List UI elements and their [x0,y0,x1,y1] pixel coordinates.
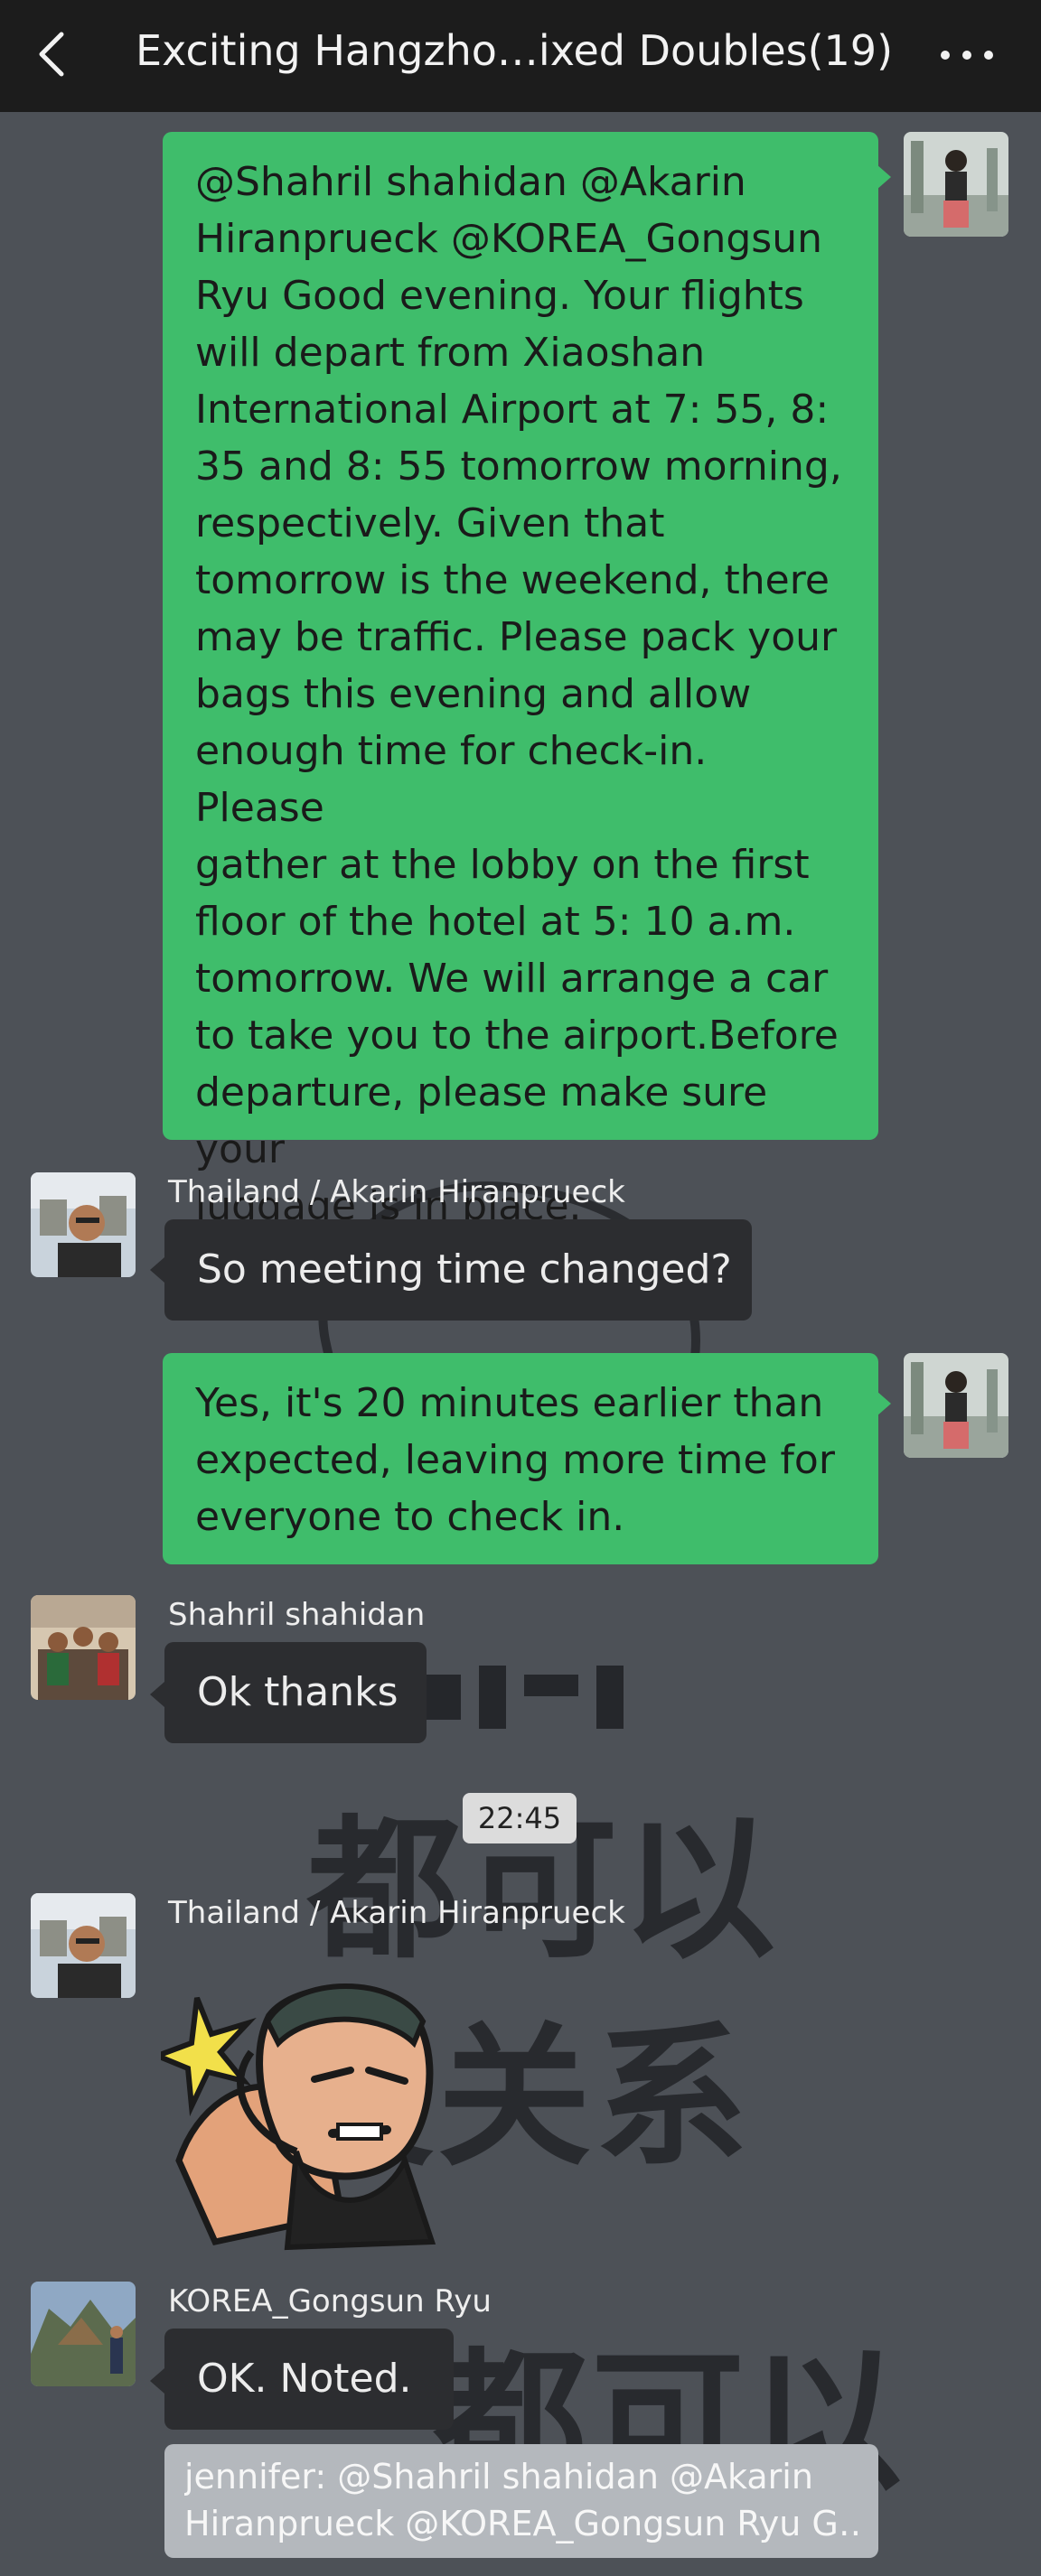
message-line: to take you to the airport.Before [195,1013,839,1059]
message-line: may be traffic. Please pack your [195,614,838,660]
message-line: bags this evening and allow [195,671,752,717]
message-line: tomorrow. We will arrange a car [195,956,829,1002]
message-line: 35 and 8: 55 tomorrow morning, [195,443,842,490]
bubble-tail [150,1682,164,1707]
message-line: respectively. Given that [195,500,665,546]
message-text: OK. Noted. [197,2356,412,2402]
gongsun-avatar[interactable] [31,2282,136,2386]
message-line: Ryu Good evening. Your flights [195,273,804,319]
akarin-avatar[interactable] [31,1893,136,1998]
outgoing-message-bubble[interactable]: @Shahril shahidan @Akarin Hiranprueck @K… [163,132,878,1229]
incoming-message-bubble[interactable]: So meeting time changed? [164,1219,752,1321]
self-avatar[interactable] [904,1353,1008,1458]
chevron-left-icon[interactable] [27,27,78,81]
chat-title: Exciting Hangzho…ixed Doubles(19) [136,26,894,75]
quoted-message-preview[interactable]: jennifer: @Shahril shahidan @Akarin Hira… [164,2444,878,2558]
quote-line: jennifer: @Shahril shahidan @Akarin [184,2457,813,2497]
outgoing-message-bubble[interactable]: Yes, it's 20 minutes earlier than expect… [163,1353,878,1564]
message-line: tomorrow is the weekend, there [195,557,830,603]
message-line: departure, please make sure your [195,1069,768,1172]
sender-name: Shahril shahidan [168,1597,426,1633]
message-text: Ok thanks [197,1669,399,1715]
bubble-tail [877,1391,891,1416]
message-line: Yes, it's 20 minutes earlier than [195,1380,824,1426]
sender-name: KOREA_Gongsun Ryu [168,2283,492,2319]
message-line: enough time for check-in. Please [195,728,708,831]
more-horizontal-icon[interactable] [931,33,1003,78]
bubble-tail [877,164,891,190]
message-line: everyone to check in. [195,1494,625,1540]
message-line: expected, leaving more time for [195,1437,835,1483]
message-line: floor of the hotel at 5: 10 a.m. [195,899,796,945]
message-line: will depart from Xiaoshan [195,330,706,376]
quote-line: Hiranprueck @KOREA_Gongsun Ryu G… [184,2504,858,2543]
message-line: International Airport at 7: 55, 8: [195,387,830,433]
saluting-man-sticker[interactable] [161,1980,488,2251]
message-line: Hiranprueck @KOREA_Gongsun [195,216,822,262]
sender-name: Thailand / Akarin Hiranprueck [168,1174,625,1210]
incoming-message-bubble[interactable]: Ok thanks [164,1642,427,1743]
timestamp-label: 22:45 [463,1793,577,1843]
chat-header: Exciting Hangzho…ixed Doubles(19) [0,0,1041,112]
bubble-tail [150,2368,164,2394]
message-line: gather at the lobby on the first [195,842,810,888]
wallpaper-glyph-fragment [425,1666,624,1729]
akarin-avatar[interactable] [31,1172,136,1277]
self-avatar[interactable] [904,132,1008,237]
message-line: @Shahril shahidan @Akarin [195,159,746,205]
shahril-avatar[interactable] [31,1595,136,1700]
incoming-message-bubble[interactable]: OK. Noted. [164,2329,454,2430]
bubble-tail [150,1257,164,1283]
message-text: So meeting time changed? [197,1246,732,1293]
sender-name: Thailand / Akarin Hiranprueck [168,1895,625,1931]
